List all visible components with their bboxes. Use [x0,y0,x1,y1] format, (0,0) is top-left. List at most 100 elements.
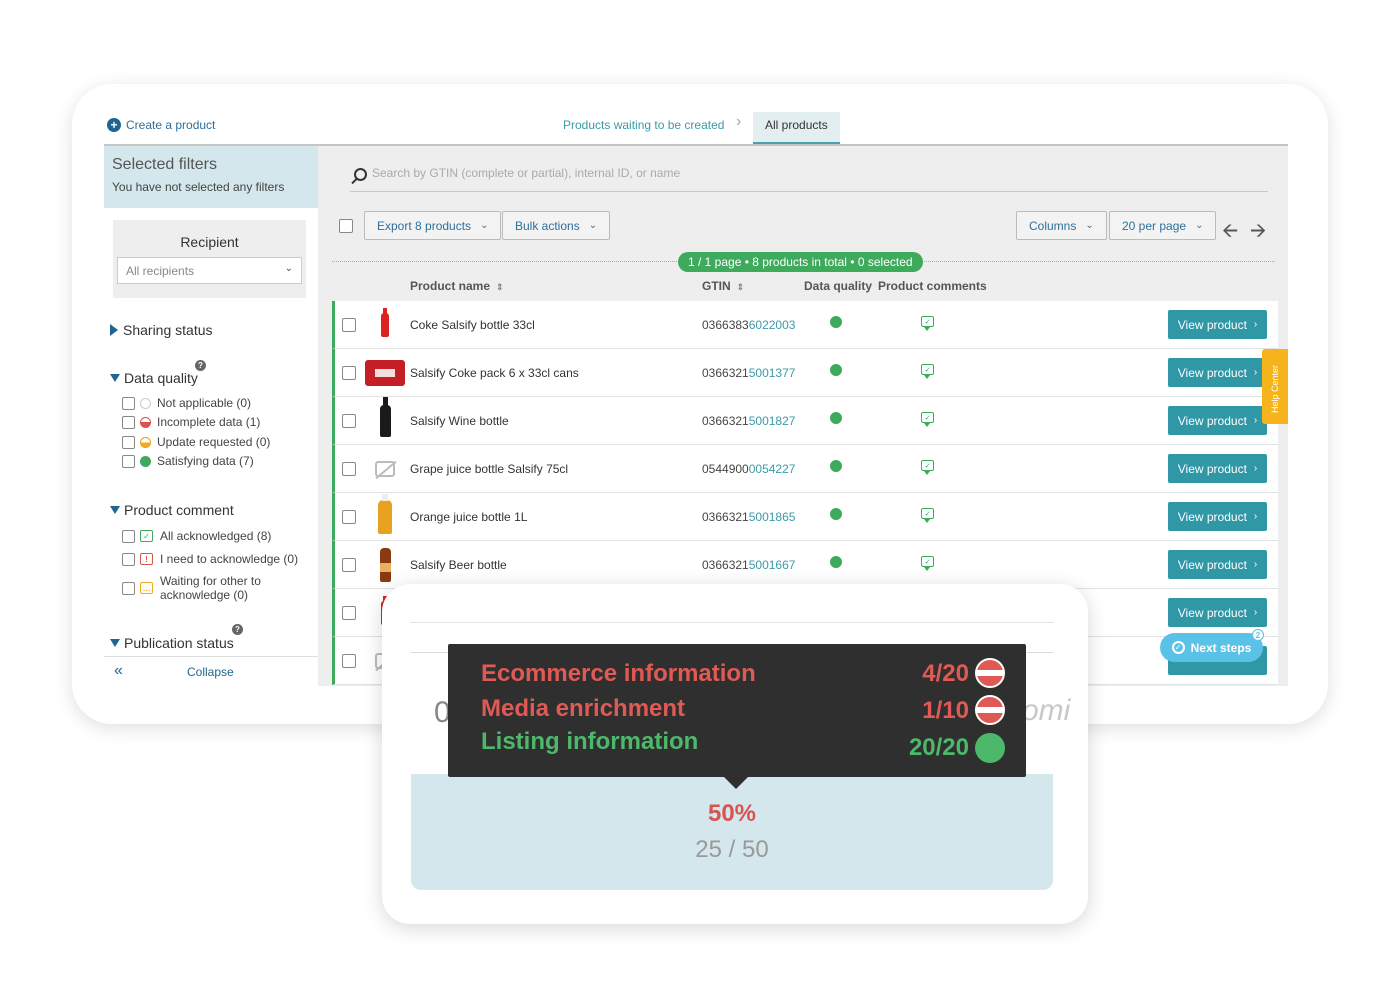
help-center-tab[interactable]: Help Center [1262,349,1288,424]
column-header-gtin[interactable]: GTIN ⇕ [702,279,744,293]
quality-satisfying-icon[interactable] [830,556,842,568]
filter-update-requested[interactable]: Update requested (0) [122,435,270,449]
row-checkbox[interactable] [342,606,356,620]
chevron-right-icon: › [1253,463,1258,474]
publication-status-toggle[interactable]: Publication status [110,635,234,651]
filter-need-acknowledge[interactable]: ! I need to acknowledge (0) [122,552,298,566]
export-button[interactable]: Export 8 products ⌄ [364,211,502,240]
chevron-right-icon: › [736,113,742,130]
view-product-button[interactable]: View product › [1168,310,1267,339]
columns-button[interactable]: Columns ⌄ [1016,211,1107,240]
bulk-actions-button[interactable]: Bulk actions ⌄ [502,211,611,240]
filter-not-applicable[interactable]: Not applicable (0) [122,396,251,410]
gtin-suffix: 5001827 [748,414,796,428]
product-gtin: 03663215001667 [702,558,795,572]
double-chevron-left-icon[interactable]: « [114,662,123,680]
wine-bottle-icon [379,397,391,437]
view-product-button[interactable]: View product › [1168,454,1267,483]
view-product-button[interactable]: View product › [1168,598,1267,627]
filter-label: Not applicable (0) [157,396,252,410]
table-row: Orange juice bottle 1L 03663215001865 ✓ … [332,493,1278,541]
recipient-select[interactable]: All recipients ⌄ [117,257,302,284]
view-product-button[interactable]: View product › [1168,550,1267,579]
view-product-button[interactable]: View product › [1168,406,1267,435]
arrow-right-icon[interactable]: 🡪 [1250,216,1266,250]
filter-all-acknowledged[interactable]: ✓ All acknowledged (8) [122,529,271,543]
view-product-label: View product [1177,317,1247,332]
filter-label: Update requested (0) [157,435,271,449]
row-checkbox[interactable] [342,366,356,380]
checkbox[interactable] [122,581,135,595]
chevron-right-icon: › [1253,319,1258,330]
sharing-status-toggle[interactable]: Sharing status [110,322,213,338]
product-thumbnail[interactable] [365,397,405,439]
checkbox[interactable] [122,454,135,468]
tooltip-value-listing: 20/20 [908,734,969,761]
quality-satisfying-icon[interactable] [830,364,842,376]
gtin-prefix: 0366321 [702,558,749,572]
row-checkbox[interactable] [342,462,356,476]
gtin-prefix: 0366383 [702,318,749,332]
tab-all-products[interactable]: All products [753,112,840,144]
gtin-suffix: 5001667 [748,558,796,572]
product-name: Salsify Beer bottle [410,558,507,572]
comment-check-icon: ✓ [140,530,153,542]
collapse-button[interactable]: Collapse [187,665,234,679]
per-page-select[interactable]: 20 per page ⌄ [1109,211,1217,240]
next-steps-button[interactable]: ✓ Next steps [1160,633,1263,662]
create-product-button[interactable]: + Create a product [107,118,215,132]
filter-waiting-other[interactable]: … Waiting for other to acknowledge (0) [122,574,261,602]
tab-products-waiting[interactable]: Products waiting to be created [563,118,724,132]
quality-satisfying-icon[interactable] [830,460,842,472]
caret-down-icon [110,374,120,382]
column-header-name[interactable]: Product name ⇕ [410,279,504,293]
search-input[interactable] [372,166,1252,180]
comment-check-icon[interactable]: ✓ [921,508,934,523]
comment-check-icon[interactable]: ✓ [921,556,934,571]
comment-check-icon[interactable]: ✓ [921,316,934,331]
product-thumbnail[interactable] [365,307,405,343]
columns-label: Columns [1029,218,1077,233]
comment-check-icon[interactable]: ✓ [921,460,934,475]
filter-satisfying-data[interactable]: Satisfying data (7) [122,454,254,468]
filter-incomplete-data[interactable]: Incomplete data (1) [122,415,260,429]
divider [410,622,1054,623]
checkbox[interactable] [122,529,135,543]
select-all-checkbox[interactable] [339,219,353,233]
view-product-label: View product [1177,557,1247,572]
product-thumbnail[interactable] [365,451,405,487]
row-checkbox[interactable] [342,318,356,332]
arrow-left-icon[interactable]: 🡨 [1222,216,1238,250]
gtin-suffix: 5001377 [748,366,796,380]
column-header-comments: Product comments [878,279,987,293]
checkbox[interactable] [122,435,135,449]
row-checkbox[interactable] [342,654,356,668]
view-product-button[interactable]: View product › [1168,358,1267,387]
quality-satisfying-icon[interactable] [830,412,842,424]
checkbox[interactable] [122,415,135,429]
quality-satisfying-icon[interactable] [830,508,842,520]
checkbox[interactable] [122,396,135,410]
data-quality-toggle[interactable]: Data quality [110,370,198,386]
view-product-button[interactable]: View product › [1168,502,1267,531]
product-thumbnail[interactable] [365,494,405,535]
comment-check-icon[interactable]: ✓ [921,412,934,427]
help-icon[interactable]: ? [232,624,243,635]
next-steps-badge: 2 [1252,629,1264,641]
bottle-icon [381,308,389,337]
comment-check-icon[interactable]: ✓ [921,364,934,379]
product-comment-toggle[interactable]: Product comment [110,502,234,518]
row-checkbox[interactable] [342,510,356,524]
product-thumbnail[interactable] [365,547,405,583]
data-quality-label: Data quality [124,370,198,386]
gtin-suffix: 0054227 [748,462,796,476]
can-pack-icon [365,360,405,386]
checkbox[interactable] [122,552,135,566]
gtin-prefix: 0366321 [702,366,749,380]
row-checkbox[interactable] [342,414,356,428]
juice-bottle-icon [378,494,392,534]
help-icon[interactable]: ? [195,360,206,371]
row-checkbox[interactable] [342,558,356,572]
quality-satisfying-icon[interactable] [830,316,842,328]
product-thumbnail[interactable] [365,355,405,391]
